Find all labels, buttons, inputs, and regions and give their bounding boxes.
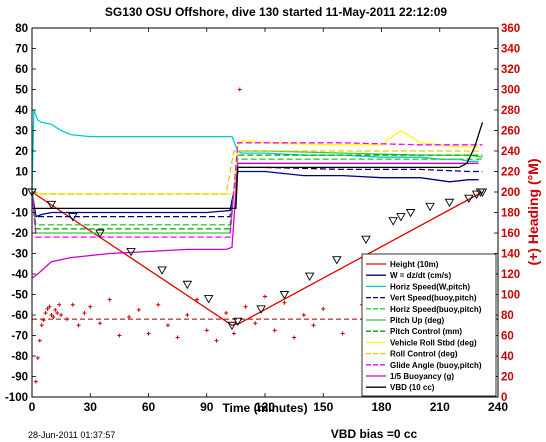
y2-tick-label: 80 xyxy=(501,310,514,322)
y2-tick-label: 140 xyxy=(501,249,520,261)
y2-tick-label: 160 xyxy=(501,228,520,240)
y2-tick-label: 320 xyxy=(501,64,520,76)
y2-tick-label: 300 xyxy=(501,85,520,97)
y-tick-label: -50 xyxy=(11,290,28,302)
y-tick-label: -30 xyxy=(11,249,28,261)
x-tick-label: 180 xyxy=(371,400,391,414)
y2-tick-label: 40 xyxy=(501,351,514,363)
y2-tick-label: 260 xyxy=(501,126,520,138)
legend-label: W = dz/dt (cm/s) xyxy=(390,271,451,280)
y-tick-label: -70 xyxy=(11,331,28,343)
y-tick-label: -90 xyxy=(11,372,28,384)
y-tick-label: 30 xyxy=(15,126,28,138)
y2-tick-label: 240 xyxy=(501,146,520,158)
y-tick-label: 40 xyxy=(15,105,28,117)
y2-tick-label: 180 xyxy=(501,208,520,220)
x-tick-label: 150 xyxy=(313,400,333,414)
legend-label: Horiz Speed(buoy,pitch) xyxy=(390,305,482,314)
legend-label: 1/5 Buoyancy (g) xyxy=(390,372,454,381)
legend-label: Glide Angle (buoy,pitch) xyxy=(390,361,482,370)
x-tick-label: 0 xyxy=(29,400,36,414)
x-tick-label: 210 xyxy=(430,400,450,414)
legend-label: VBD (10 cc) xyxy=(390,383,435,392)
chart-title: SG130 OSU Offshore, dive 130 started 11-… xyxy=(105,5,448,19)
x-tick-label: 30 xyxy=(84,400,98,414)
y2-tick-label: 340 xyxy=(501,44,520,56)
y-tick-label: -100 xyxy=(5,392,28,404)
footer-timestamp: 28-Jun-2011 01:37:57 xyxy=(28,430,115,440)
y-tick-label: 70 xyxy=(15,44,28,56)
y2-tick-label: 20 xyxy=(501,372,514,384)
x-axis-label: Time (minutes) xyxy=(222,401,307,415)
y2-tick-label: 200 xyxy=(501,187,520,199)
y-tick-label: 20 xyxy=(15,146,28,158)
y-tick-label: 0 xyxy=(22,187,28,199)
y-tick-label: 80 xyxy=(15,23,28,35)
legend-label: Pitch Up (deg) xyxy=(390,316,445,325)
legend-label: Height (10m) xyxy=(390,260,439,269)
legend-label: Vehicle Roll Stbd (deg) xyxy=(390,338,477,347)
y2-tick-label: 0 xyxy=(501,392,507,404)
vbd-bias-label: VBD bias =0 cc xyxy=(331,427,418,441)
legend-label: Pitch Control (mm) xyxy=(390,327,462,336)
x-tick-label: 60 xyxy=(142,400,156,414)
legend-label: Vert Speed(buoy,pitch) xyxy=(390,294,477,303)
legend-label: Horiz Speed(W,pitch) xyxy=(390,282,470,291)
x-tick-label: 90 xyxy=(200,400,214,414)
y-tick-label: 50 xyxy=(15,85,28,97)
y2-tick-labels: 3603403203002802602402202001801601401201… xyxy=(501,23,520,404)
y-tick-label: 60 xyxy=(15,64,28,76)
y2-tick-label: 220 xyxy=(501,167,520,179)
y2-tick-label: 100 xyxy=(501,290,520,302)
y-tick-label: -60 xyxy=(11,310,28,322)
y-tick-label: -80 xyxy=(11,351,28,363)
legend: Height (10m) W = dz/dt (cm/s) Horiz Speed(… xyxy=(361,253,497,397)
y-tick-labels: 80 70 60 50 40 30 20 10 0 -10 -20 -30 -40 -50 -60 -70 -8… xyxy=(5,23,28,404)
y-tick-label: -10 xyxy=(11,208,28,220)
y-tick-label: -20 xyxy=(11,228,28,240)
y-tick-label: -40 xyxy=(11,269,28,281)
y2-axis-label: (+) Heading (°M) xyxy=(525,158,541,265)
y2-tick-label: 60 xyxy=(501,331,514,343)
y2-tick-label: 120 xyxy=(501,269,520,281)
legend-label: Roll Control (deg) xyxy=(390,350,458,359)
y2-tick-label: 280 xyxy=(501,105,520,117)
y-tick-label: 10 xyxy=(15,167,28,179)
y2-tick-label: 360 xyxy=(501,23,520,35)
figure: SG130 OSU Offshore, dive 130 started 11-… xyxy=(5,5,541,441)
